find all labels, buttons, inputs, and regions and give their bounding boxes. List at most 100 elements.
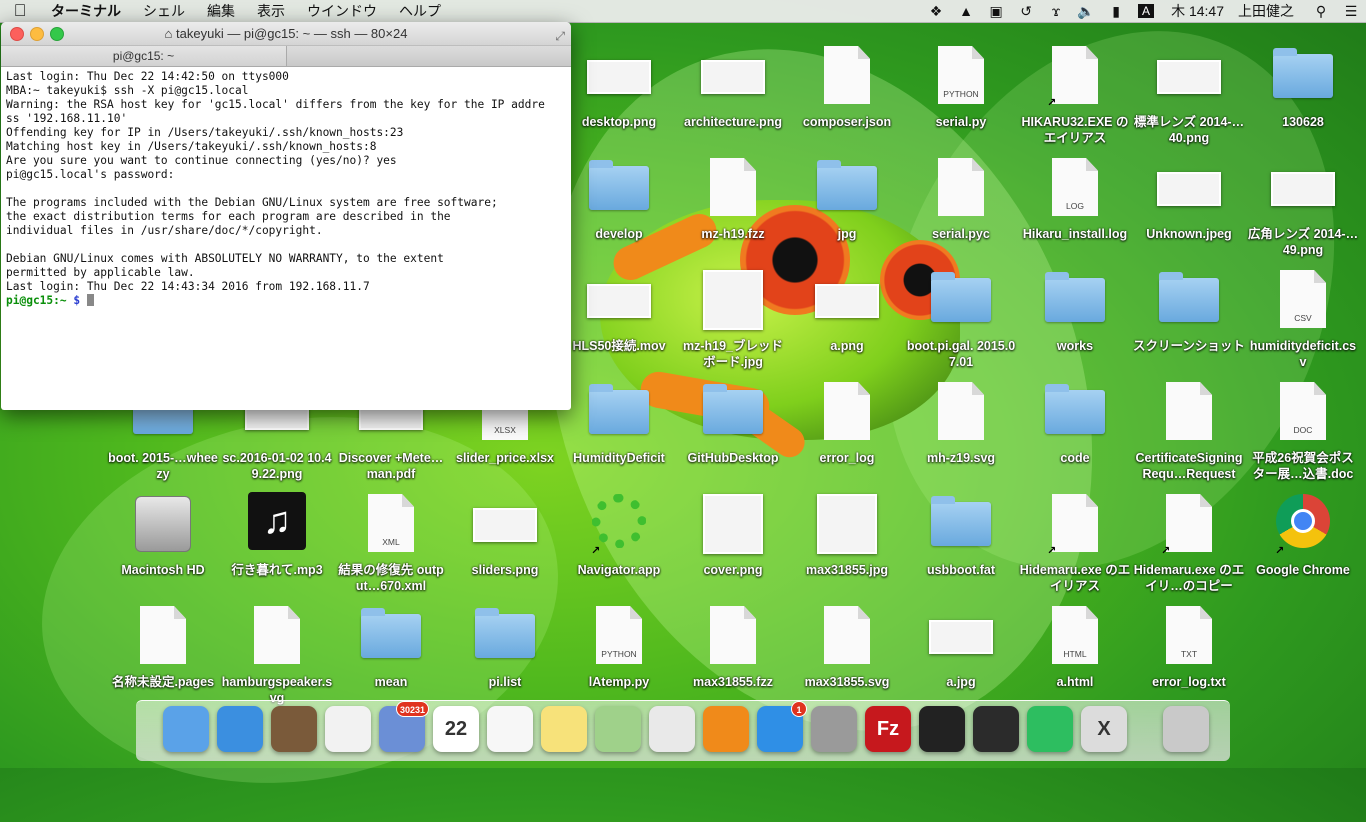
desktop-icon[interactable]: ↗ Navigator.app — [563, 486, 675, 594]
launchpad-icon[interactable] — [325, 706, 371, 752]
desktop-icon[interactable]: 130628 — [1247, 38, 1359, 146]
menu-window[interactable]: ウインドウ — [296, 1, 388, 21]
ibooks-icon[interactable] — [703, 706, 749, 752]
desktop-icon[interactable]: boot.pi.gal. 2015.07.01 — [905, 262, 1017, 370]
alias-arrow-icon: ↗ — [1047, 97, 1057, 109]
desktop-icon[interactable]: a.png — [791, 262, 903, 370]
safari-icon[interactable] — [217, 706, 263, 752]
finder-icon[interactable] — [163, 706, 209, 752]
fullscreen-icon[interactable]: ⤢ — [555, 25, 565, 48]
desktop-icon[interactable]: code — [1019, 374, 1131, 482]
terminal-icon[interactable] — [919, 706, 965, 752]
menu-view[interactable]: 表示 — [246, 1, 296, 21]
desktop-icon[interactable]: cover.png — [677, 486, 789, 594]
document-icon: LOG — [1052, 158, 1098, 216]
chrome-icon[interactable] — [649, 706, 695, 752]
trash-icon[interactable] — [1163, 706, 1209, 752]
desktop-icon[interactable]: pi.list — [449, 598, 561, 706]
evernote-icon[interactable] — [1027, 706, 1073, 752]
desktop-icon[interactable]: Unknown.jpeg — [1133, 150, 1245, 258]
desktop-icon[interactable]: ♫ 行き暮れて.mp3 — [221, 486, 333, 594]
x11-icon[interactable]: X — [1081, 706, 1127, 752]
desktop-icon[interactable]: jpg — [791, 150, 903, 258]
minimize-button[interactable] — [30, 27, 44, 41]
desktop-icon[interactable]: develop — [563, 150, 675, 258]
app-store-icon[interactable]: 1 — [757, 701, 807, 752]
file-type-tag: CSV — [1294, 313, 1312, 323]
desktop-icon[interactable]: works — [1019, 262, 1131, 370]
desktop-icon[interactable]: mz-h19_ブレッドボード.jpg — [677, 262, 789, 370]
desktop-icon[interactable]: architecture.png — [677, 38, 789, 146]
system-preferences-icon[interactable] — [811, 706, 857, 752]
desktop-icon[interactable]: ↗ Google Chrome — [1247, 486, 1359, 594]
desktop-icon[interactable]: serial.pyc — [905, 150, 1017, 258]
desktop-icon[interactable]: usbboot.fat — [905, 486, 1017, 594]
desktop-icon[interactable]: GitHubDesktop — [677, 374, 789, 482]
filezilla-icon[interactable]: Fz — [865, 706, 911, 752]
desktop-icon[interactable]: max31855.svg — [791, 598, 903, 706]
terminal-tab[interactable]: pi@gc15: ~ — [1, 46, 287, 66]
apple-menu-icon[interactable]:  — [0, 1, 40, 21]
menu-help[interactable]: ヘルプ — [388, 1, 452, 21]
menu-edit[interactable]: 編集 — [196, 1, 246, 21]
bluetooth-icon[interactable]: ϫ — [1041, 3, 1071, 19]
desktop-icon[interactable]: CSV humiditydeficit.csv — [1247, 262, 1359, 370]
menu-shell[interactable]: シェル — [132, 1, 196, 21]
desktop-icon[interactable]: HLS50接続.mov — [563, 262, 675, 370]
desktop-icon-label: serial.pyc — [932, 227, 990, 241]
zoom-button[interactable] — [50, 27, 64, 41]
airplay-icon[interactable]: ▣ — [981, 3, 1011, 20]
reminders-icon[interactable] — [487, 706, 533, 752]
dropbox-icon[interactable]: ❖ — [921, 3, 951, 20]
desktop-icon[interactable]: mean — [335, 598, 447, 706]
desktop-icon[interactable]: sliders.png — [449, 486, 561, 594]
stickies-icon[interactable] — [541, 706, 587, 752]
desktop-icon[interactable]: mh-z19.svg — [905, 374, 1017, 482]
photo-app-icon[interactable] — [271, 706, 317, 752]
desktop-icon[interactable]: TXT error_log.txt — [1133, 598, 1245, 706]
desktop-icon[interactable]: XML 結果の修復先 output…670.xml — [335, 486, 447, 594]
input-mode-icon[interactable]: A — [1138, 4, 1155, 18]
menubar-user[interactable]: 上田健之 — [1234, 1, 1306, 21]
close-button[interactable] — [10, 27, 24, 41]
spotlight-search-icon[interactable]: ⚲ — [1306, 3, 1336, 20]
desktop-icon[interactable]: composer.json — [791, 38, 903, 146]
mail-icon[interactable]: 30231 — [379, 701, 429, 752]
desktop-icon[interactable]: a.jpg — [905, 598, 1017, 706]
folder-icon — [931, 272, 991, 322]
battery-icon[interactable]: ▮ — [1101, 3, 1131, 20]
menubar-clock[interactable]: 木 14:47 — [1161, 1, 1234, 21]
terminal-window[interactable]: ⌂ takeyuki — pi@gc15: ~ — ssh — 80×24 ⤢ … — [1, 22, 571, 410]
desktop-icon[interactable]: CertificateSigningRequ…Request — [1133, 374, 1245, 482]
desktop-icon[interactable]: ↗ HIKARU32.EXE のエイリアス — [1019, 38, 1131, 146]
desktop-icon[interactable]: ↗ Hidemaru.exe のエイリアス — [1019, 486, 1131, 594]
desktop-icon[interactable]: HumidityDeficit — [563, 374, 675, 482]
desktop-icon[interactable]: LOG Hikaru_install.log — [1019, 150, 1131, 258]
desktop-icon[interactable]: PYTHON serial.py — [905, 38, 1017, 146]
maps-icon[interactable] — [595, 706, 641, 752]
desktop-icon[interactable]: 標準レンズ 2014-…40.png — [1133, 38, 1245, 146]
menu-terminal[interactable]: ターミナル — [40, 1, 132, 21]
desktop-icon[interactable]: DOC 平成26祝賀会ポスター展…込書.doc — [1247, 374, 1359, 482]
desktop-icon[interactable]: max31855.fzz — [677, 598, 789, 706]
desktop-icon[interactable]: error_log — [791, 374, 903, 482]
desktop-icon[interactable]: desktop.png — [563, 38, 675, 146]
desktop-icon[interactable]: Macintosh HD — [107, 486, 219, 594]
terminal-titlebar[interactable]: ⌂ takeyuki — pi@gc15: ~ — ssh — 80×24 ⤢ — [1, 22, 571, 45]
calendar-icon[interactable]: 22 — [433, 706, 479, 752]
terminal-output[interactable]: Last login: Thu Dec 22 14:42:50 on ttys0… — [1, 67, 571, 311]
activity-monitor-icon[interactable] — [973, 706, 1019, 752]
desktop-icon[interactable]: PYTHON lAtemp.py — [563, 598, 675, 706]
desktop-icon[interactable]: スクリーンショット — [1133, 262, 1245, 370]
volume-icon[interactable]: 🔈 — [1071, 3, 1101, 20]
time-machine-icon[interactable]: ↺ — [1011, 3, 1041, 20]
drive-icon[interactable]: ▲ — [951, 3, 981, 19]
desktop-icon[interactable]: 名称未設定.pages — [107, 598, 219, 706]
desktop-icon[interactable]: HTML a.html — [1019, 598, 1131, 706]
desktop-icon[interactable]: 広角レンズ 2014-…49.png — [1247, 150, 1359, 258]
desktop-icon[interactable]: mz-h19.fzz — [677, 150, 789, 258]
desktop-icon[interactable]: hamburgspeaker.svg — [221, 598, 333, 706]
desktop-icon[interactable]: ↗ Hidemaru.exe のエイリ…のコピー — [1133, 486, 1245, 594]
desktop-icon[interactable]: max31855.jpg — [791, 486, 903, 594]
notification-center-icon[interactable]: ☰ — [1336, 3, 1366, 20]
